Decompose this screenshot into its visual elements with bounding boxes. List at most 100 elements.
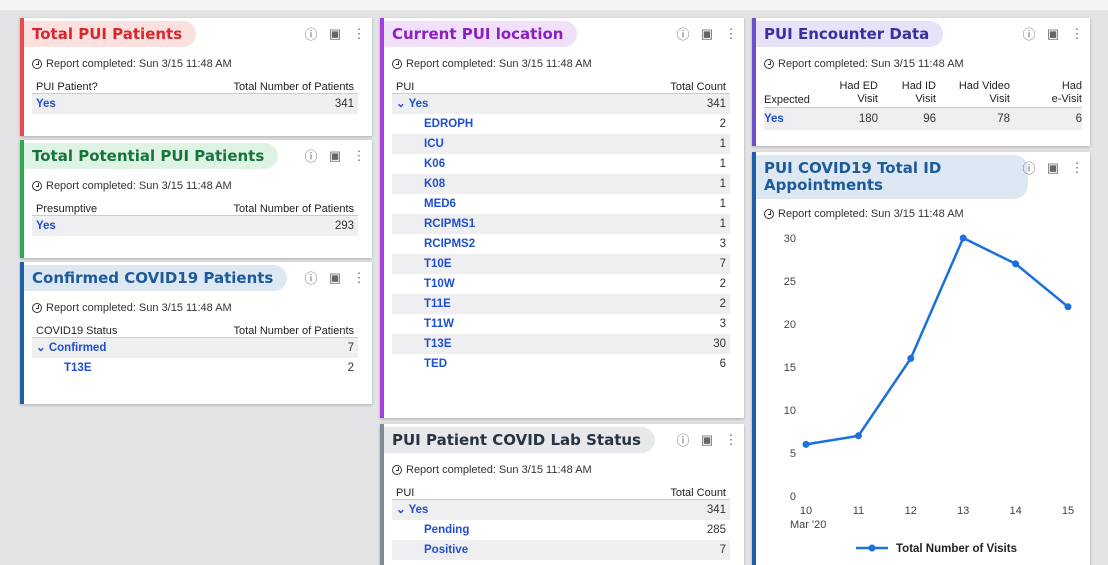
data-point: [802, 440, 810, 448]
table-row[interactable]: ⌄ Yes 341: [392, 94, 730, 114]
table-row[interactable]: T13E 30: [392, 334, 730, 354]
info-icon[interactable]: ⓘ: [304, 146, 318, 165]
row-label[interactable]: ⌄ Yes: [396, 500, 428, 520]
encounter-card: PUI Encounter Data ⓘ ▣ ⋮ Report complete…: [752, 18, 1090, 146]
row-label[interactable]: TED: [396, 354, 447, 374]
more-vertical-icon[interactable]: ⋮: [724, 26, 738, 42]
column-header: Presumptive: [36, 203, 98, 215]
x-tick-label: 11: [853, 505, 864, 517]
bookmark-icon[interactable]: ▣: [700, 432, 714, 448]
column-header: Expected: [764, 94, 810, 106]
row-label[interactable]: Positive: [396, 540, 468, 560]
row-label[interactable]: RCIPMS1: [396, 214, 475, 234]
table-row[interactable]: RCIPMS1 1: [392, 214, 730, 234]
clock-icon: [764, 59, 774, 69]
row-label[interactable]: MED6: [396, 194, 456, 214]
table-row[interactable]: Positive 7: [392, 540, 730, 560]
report-status: Report completed: Sun 3/15 11:48 AM: [764, 208, 964, 220]
data-point: [1012, 260, 1020, 268]
table-row[interactable]: T11W 3: [392, 314, 730, 334]
row-value: 341: [706, 504, 726, 516]
table-row[interactable]: ⌄ Yes 341: [392, 500, 730, 520]
lab-status-card: PUI Patient COVID Lab Status ⓘ ▣ ⋮ Repor…: [380, 424, 744, 565]
info-icon[interactable]: ⓘ: [304, 268, 318, 287]
data-point: [959, 234, 967, 242]
table-row[interactable]: K06 1: [392, 154, 730, 174]
row-value: 1: [719, 198, 726, 210]
info-icon[interactable]: ⓘ: [1022, 24, 1036, 43]
row-value: 341: [334, 98, 354, 110]
bookmark-icon[interactable]: ▣: [328, 148, 342, 164]
row-value: 30: [713, 338, 726, 350]
row-label[interactable]: ⌄ Confirmed: [36, 338, 106, 358]
row-label[interactable]: K08: [396, 174, 445, 194]
bookmark-icon[interactable]: ▣: [328, 270, 342, 286]
card-accent: [380, 18, 384, 418]
card-toolbar: ⓘ ▣ ⋮: [304, 146, 366, 165]
row-label[interactable]: T11E: [396, 294, 451, 314]
row-label[interactable]: T10E: [396, 254, 452, 274]
row-label[interactable]: K06: [396, 154, 445, 174]
column-header: PUI: [396, 487, 415, 499]
bookmark-icon[interactable]: ▣: [328, 26, 342, 42]
row-label[interactable]: Yes: [764, 108, 816, 130]
row-value: 1: [719, 158, 726, 170]
card-toolbar: ⓘ ▣ ⋮: [304, 268, 366, 287]
info-icon[interactable]: ⓘ: [676, 430, 690, 449]
more-vertical-icon[interactable]: ⋮: [352, 270, 366, 286]
row-label[interactable]: T13E: [396, 334, 452, 354]
table-row[interactable]: TED 6: [392, 354, 730, 374]
row-label[interactable]: Yes: [36, 216, 56, 236]
row-value: 2: [347, 362, 354, 374]
row-label[interactable]: Yes: [36, 94, 56, 114]
table-row[interactable]: Pending 285: [392, 520, 730, 540]
table-row[interactable]: T10W 2: [392, 274, 730, 294]
more-vertical-icon[interactable]: ⋮: [352, 26, 366, 42]
bookmark-icon[interactable]: ▣: [700, 26, 714, 42]
chevron-down-icon[interactable]: ⌄: [36, 342, 49, 354]
more-vertical-icon[interactable]: ⋮: [1070, 26, 1084, 42]
more-vertical-icon[interactable]: ⋮: [352, 148, 366, 164]
row-value: 285: [706, 524, 726, 536]
clock-icon: [392, 59, 402, 69]
bookmark-icon[interactable]: ▣: [1046, 26, 1060, 42]
top-bar: [0, 0, 1108, 10]
more-vertical-icon[interactable]: ⋮: [1070, 160, 1084, 176]
row-label[interactable]: Pending: [396, 520, 469, 540]
row-label[interactable]: T11W: [396, 314, 454, 334]
table-row[interactable]: T11E 2: [392, 294, 730, 314]
table-row[interactable]: T13E 2: [32, 358, 358, 378]
row-label[interactable]: ICU: [396, 134, 444, 154]
table-row[interactable]: T10E 7: [392, 254, 730, 274]
table-row[interactable]: EDROPH 2: [392, 114, 730, 134]
table-header: COVID19 Status Total Number of Patients: [32, 324, 358, 338]
chevron-down-icon[interactable]: ⌄: [396, 98, 409, 110]
table-row[interactable]: Yes 341: [32, 94, 358, 114]
more-vertical-icon[interactable]: ⋮: [724, 432, 738, 448]
table-row[interactable]: ICU 1: [392, 134, 730, 154]
location-table: PUI Total Count ⌄ Yes 341 EDROPH 2 ICU 1 K06…: [392, 80, 730, 374]
row-label[interactable]: T10W: [396, 274, 455, 294]
table-row[interactable]: Yes 180 96 78 6: [764, 108, 1082, 130]
column-header: PUI: [396, 81, 415, 93]
row-value: 2: [719, 118, 726, 130]
info-icon[interactable]: ⓘ: [676, 24, 690, 43]
row-label[interactable]: ⌄ Yes: [396, 94, 428, 114]
card-title: Total Potential PUI Patients: [24, 143, 279, 169]
table-row[interactable]: RCIPMS2 3: [392, 234, 730, 254]
report-status: Report completed: Sun 3/15 11:48 AM: [32, 180, 232, 192]
table-row[interactable]: ⌄ Confirmed 7: [32, 338, 358, 358]
table-row[interactable]: MED6 1: [392, 194, 730, 214]
table-header: PUI Total Count: [392, 80, 730, 94]
x-tick-label: 10: [800, 505, 812, 517]
table-row[interactable]: K08 1: [392, 174, 730, 194]
bookmark-icon[interactable]: ▣: [1046, 160, 1060, 176]
table-row[interactable]: Yes 293: [32, 216, 358, 236]
row-label[interactable]: T13E: [36, 358, 92, 378]
row-label[interactable]: EDROPH: [396, 114, 473, 134]
info-icon[interactable]: ⓘ: [304, 24, 318, 43]
chevron-down-icon[interactable]: ⌄: [396, 504, 409, 516]
y-tick-label: 25: [784, 276, 796, 288]
info-icon[interactable]: ⓘ: [1022, 158, 1036, 177]
row-label[interactable]: RCIPMS2: [396, 234, 475, 254]
